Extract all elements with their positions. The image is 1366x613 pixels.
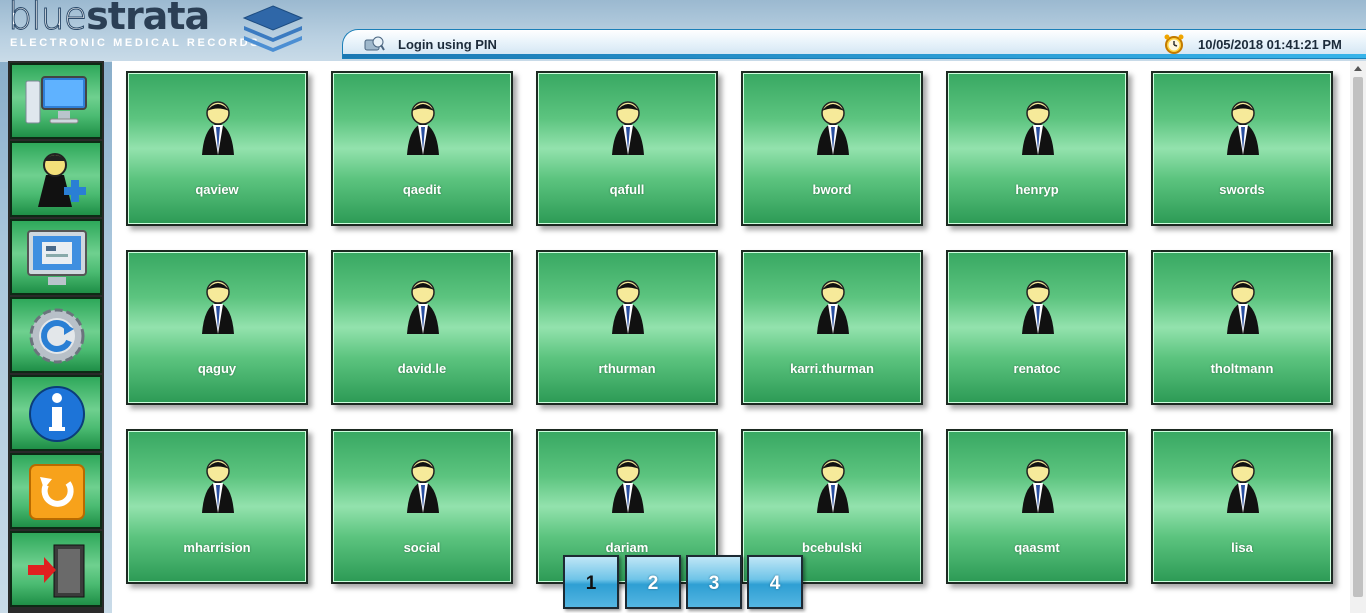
user-name: henryp [1015, 182, 1059, 197]
page-number: 4 [769, 573, 781, 594]
sidebar [8, 61, 104, 613]
pin-login-icon [364, 36, 385, 51]
user-avatar-icon [608, 276, 648, 334]
page-button-4[interactable]: 4 [747, 555, 803, 609]
page-button-2[interactable]: 2 [625, 555, 681, 609]
user-tile[interactable]: tholtmann [1151, 250, 1333, 405]
page-title: Login using PIN [398, 37, 497, 52]
user-tile[interactable]: renatoc [946, 250, 1128, 405]
info-icon [29, 386, 85, 442]
user-avatar-icon [1223, 97, 1263, 155]
user-tile[interactable]: qaview [126, 71, 308, 226]
user-avatar-icon [1018, 97, 1058, 155]
user-avatar-icon [813, 276, 853, 334]
user-avatar-icon [198, 455, 238, 513]
user-avatar-icon [198, 97, 238, 155]
user-name: qaview [195, 182, 239, 197]
computer-monitor-icon [25, 76, 87, 124]
user-tile[interactable]: david.le [331, 250, 513, 405]
user-name: mharrision [183, 540, 251, 555]
user-tile[interactable]: social [331, 429, 513, 584]
page-number: 1 [585, 573, 597, 594]
user-avatar-icon [608, 97, 648, 155]
user-name: tholtmann [1210, 361, 1274, 376]
user-grid-area: qaview qaedit qafull bword henryp swords qaguy… [112, 61, 1350, 613]
title-bar: Login using PIN 10/05/2018 01:41:21 PM [342, 29, 1366, 59]
brand-subtitle: ELECTRONIC MEDICAL RECORDS [10, 37, 261, 49]
sidebar-item-add-user[interactable] [10, 141, 102, 217]
user-name: bword [812, 182, 852, 197]
user-name: david.le [397, 361, 447, 376]
layers-logo-icon [242, 5, 304, 52]
user-tile[interactable]: mharrision [126, 429, 308, 584]
user-tile[interactable]: bword [741, 71, 923, 226]
user-avatar-icon [813, 455, 853, 513]
screen-form-icon [27, 230, 87, 285]
user-tile[interactable]: henryp [946, 71, 1128, 226]
add-user-icon [38, 153, 86, 207]
scroll-up-arrow-icon[interactable] [1354, 66, 1362, 71]
sidebar-item-logout[interactable] [10, 531, 102, 607]
sidebar-item-info[interactable] [10, 375, 102, 451]
refresh-gear-icon [29, 308, 85, 364]
title-bar-accent [343, 54, 1366, 58]
user-avatar-icon [608, 455, 648, 513]
user-avatar-icon [403, 276, 443, 334]
user-tile[interactable]: qafull [536, 71, 718, 226]
user-tile[interactable]: swords [1151, 71, 1333, 226]
user-name: dariam [605, 540, 649, 555]
user-avatar-icon [1018, 276, 1058, 334]
user-name: swords [1219, 182, 1265, 197]
user-avatar-icon [403, 97, 443, 155]
user-tile[interactable]: rthurman [536, 250, 718, 405]
user-avatar-icon [1018, 455, 1058, 513]
scroll-thumb[interactable] [1353, 77, 1363, 597]
sidebar-item-reload[interactable] [10, 453, 102, 529]
page-number: 2 [647, 573, 659, 594]
user-name: karri.thurman [790, 361, 874, 376]
alarm-clock-icon [1164, 34, 1184, 54]
user-avatar-icon [403, 455, 443, 513]
reload-icon [29, 464, 85, 520]
user-avatar-icon [813, 97, 853, 155]
datetime-display: 10/05/2018 01:41:21 PM [1198, 37, 1342, 52]
user-name: qafull [609, 182, 645, 197]
user-name: qaedit [402, 182, 442, 197]
user-name: qaguy [197, 361, 237, 376]
user-tile[interactable]: qaedit [331, 71, 513, 226]
user-avatar-icon [198, 276, 238, 334]
user-tile[interactable]: lisa [1151, 429, 1333, 584]
app-header: bluestrata ELECTRONIC MEDICAL RECORDS Lo… [0, 0, 1366, 62]
page-number: 3 [708, 573, 720, 594]
user-tile[interactable]: qaasmt [946, 429, 1128, 584]
brand-logo: bluestrata ELECTRONIC MEDICAL RECORDS [7, 0, 308, 56]
exit-door-icon [28, 544, 85, 598]
user-name: qaasmt [1014, 540, 1060, 555]
vertical-scrollbar[interactable] [1350, 61, 1366, 613]
sidebar-item-workstation[interactable] [10, 63, 102, 139]
user-tile[interactable]: qaguy [126, 250, 308, 405]
user-tile[interactable]: karri.thurman [741, 250, 923, 405]
page-button-1[interactable]: 1 [563, 555, 619, 609]
user-name: renatoc [1013, 361, 1061, 376]
brand-name: bluestrata [7, 0, 210, 39]
user-avatar-icon [1223, 455, 1263, 513]
user-name: bcebulski [802, 540, 862, 555]
page-button-3[interactable]: 3 [686, 555, 742, 609]
user-name: rthurman [598, 361, 656, 376]
sidebar-item-sync[interactable] [10, 297, 102, 373]
user-name: social [403, 540, 441, 555]
sidebar-item-screen[interactable] [10, 219, 102, 295]
user-name: lisa [1231, 540, 1253, 555]
user-avatar-icon [1223, 276, 1263, 334]
